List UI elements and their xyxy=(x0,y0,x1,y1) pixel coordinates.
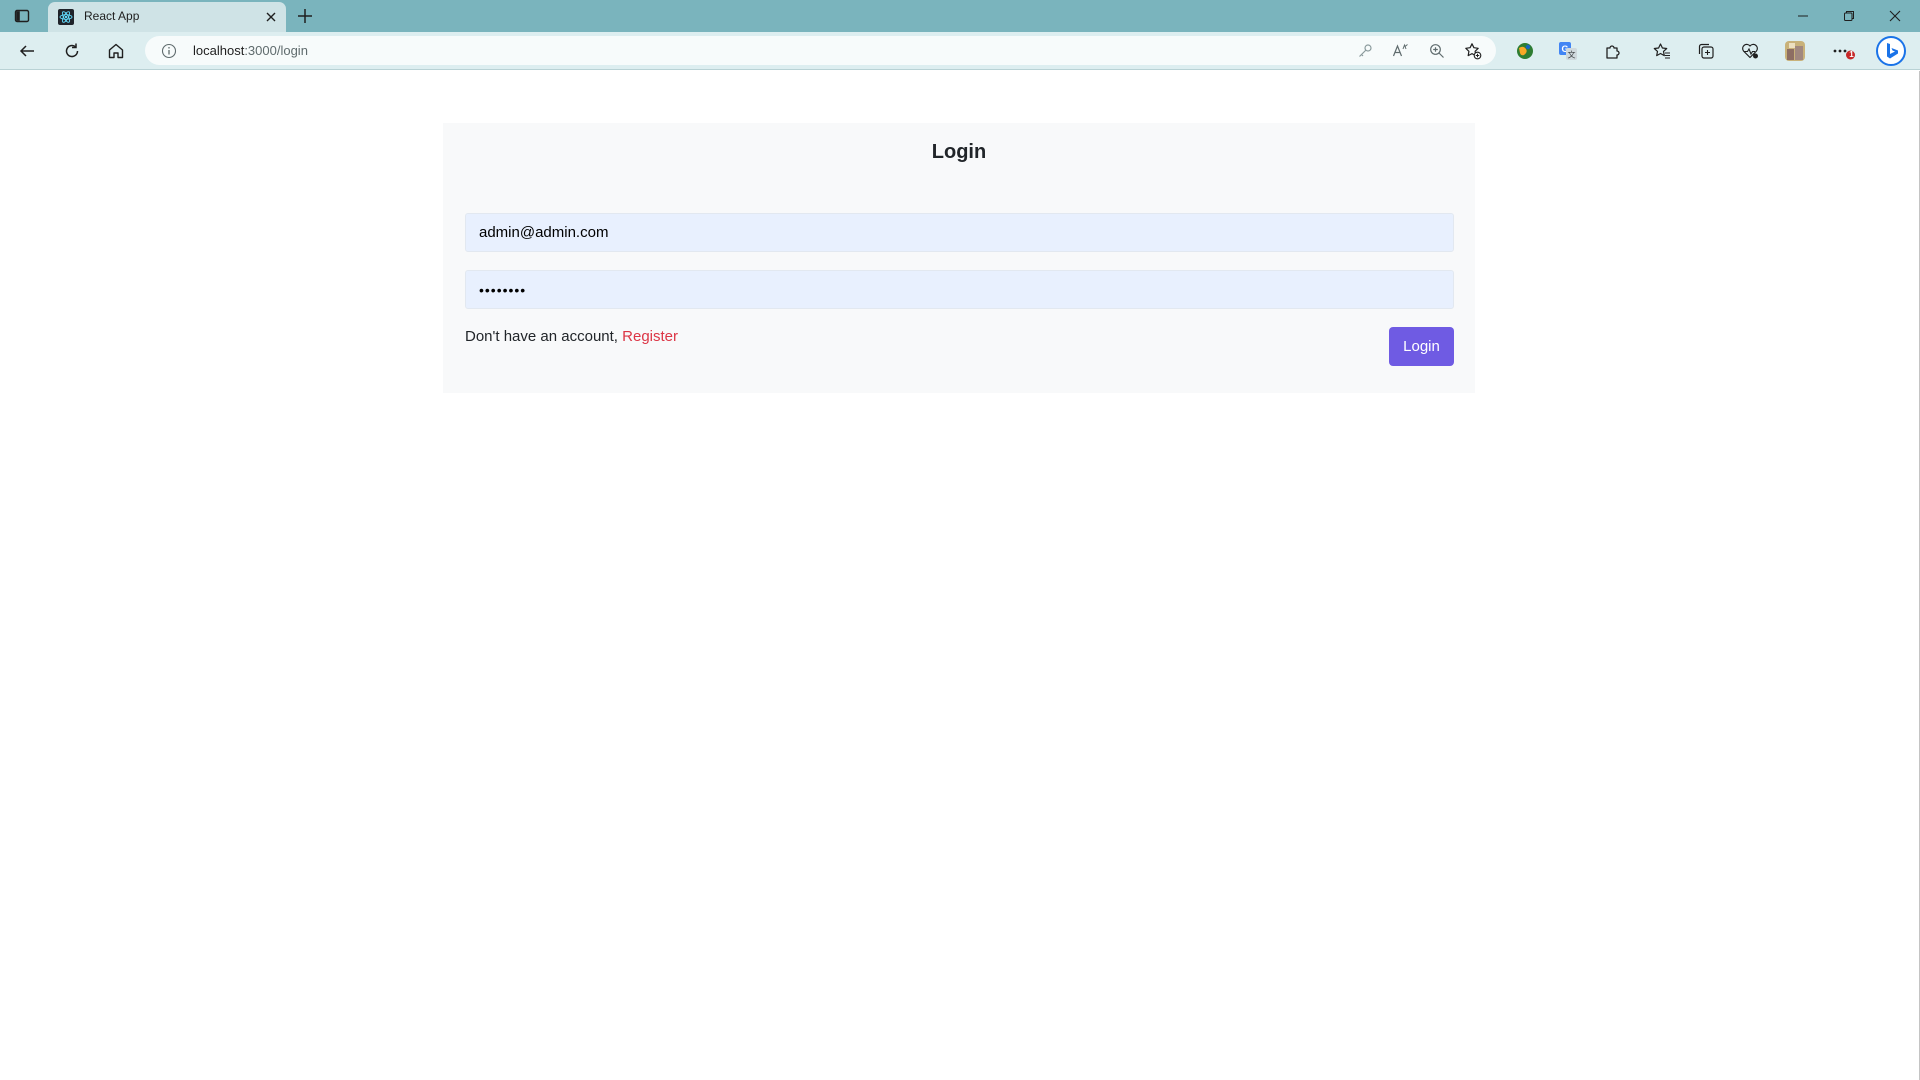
tab-strip: React App xyxy=(0,0,1920,32)
login-card: Login •••••••• Don't have an account, Re… xyxy=(443,123,1475,393)
password-field[interactable]: •••••••• xyxy=(465,270,1454,309)
password-mask: •••••••• xyxy=(479,281,527,298)
globe-extension-icon[interactable] xyxy=(1513,39,1537,63)
zoom-icon[interactable] xyxy=(1428,42,1446,60)
star-plus-icon[interactable] xyxy=(1464,42,1482,60)
address-bar[interactable]: localhost:3000/login xyxy=(145,36,1496,65)
collections-icon[interactable] xyxy=(1694,39,1718,63)
arrow-left-icon[interactable] xyxy=(15,39,39,63)
page-viewport: Login •••••••• Don't have an account, Re… xyxy=(0,71,1920,1080)
page-title: Login xyxy=(931,141,987,163)
url-host: localhost xyxy=(193,43,245,58)
bing-icon[interactable] xyxy=(1876,36,1906,66)
favorites-icon[interactable] xyxy=(1650,39,1674,63)
login-button[interactable]: Login xyxy=(1389,327,1454,366)
svg-text:文: 文 xyxy=(1568,50,1576,60)
refresh-icon[interactable] xyxy=(60,39,84,63)
minimize-icon[interactable] xyxy=(1780,0,1826,32)
tab-react-app[interactable]: React App xyxy=(48,2,286,32)
email-field[interactable] xyxy=(465,213,1454,252)
info-icon[interactable] xyxy=(161,43,177,59)
close-window-icon[interactable] xyxy=(1872,0,1918,32)
no-account-text: Don't have an account, xyxy=(465,328,618,345)
key-icon[interactable] xyxy=(1356,42,1374,60)
read-aloud-icon[interactable] xyxy=(1392,42,1410,60)
heart-pulse-icon[interactable] xyxy=(1738,39,1762,63)
tab-title: React App xyxy=(84,9,140,23)
register-link[interactable]: Register xyxy=(622,328,678,345)
avatar[interactable] xyxy=(1783,39,1807,63)
plus-icon[interactable] xyxy=(296,7,314,25)
url-text: localhost:3000/login xyxy=(193,43,308,58)
react-logo-icon xyxy=(58,9,74,25)
restore-icon[interactable] xyxy=(1826,0,1872,32)
register-prompt: Don't have an account, Register xyxy=(465,328,678,345)
more-icon[interactable]: 1 xyxy=(1830,39,1858,63)
close-icon[interactable] xyxy=(263,9,279,25)
home-icon[interactable] xyxy=(104,39,128,63)
browser-toolbar: localhost:3000/login G文 1 xyxy=(0,32,1920,92)
url-path: :3000/login xyxy=(244,43,308,58)
notification-badge: 1 xyxy=(1849,50,1854,59)
puzzle-icon[interactable] xyxy=(1601,39,1625,63)
translate-icon[interactable]: G文 xyxy=(1556,39,1580,63)
tab-actions-icon[interactable] xyxy=(11,6,33,26)
